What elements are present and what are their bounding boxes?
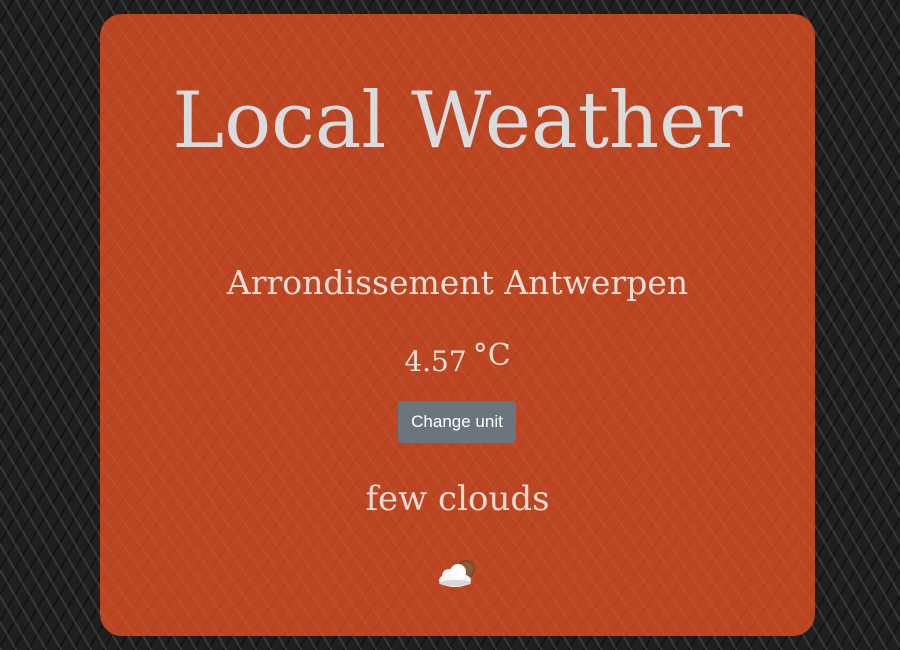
temperature-value: 4.57 (404, 345, 467, 378)
location-name: Arrondissement Antwerpen (226, 263, 689, 302)
change-unit-button[interactable]: Change unit (398, 401, 516, 443)
weather-description: few clouds (365, 479, 550, 519)
few-clouds-icon (439, 560, 475, 587)
temperature-unit: °C (472, 338, 511, 373)
temperature-display: 4.57 °C (100, 341, 815, 378)
weather-card: Local Weather Arrondissement Antwerpen 4… (100, 14, 815, 636)
page-title: Local Weather (172, 76, 743, 166)
